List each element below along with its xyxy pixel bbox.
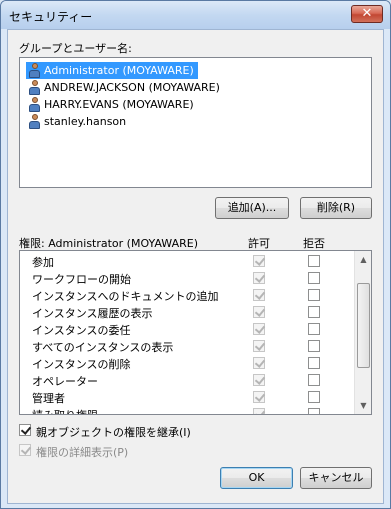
permissions-list: 参加ワークフローの開始インスタンスへのドキュメントの追加 インスタンス履歴の表示イ… xyxy=(19,250,372,415)
permissions-title: 権限: Administrator (MOYAWARE) xyxy=(19,237,198,250)
allow-column-header: 許可 xyxy=(248,237,270,250)
permission-name: インスタンスへのドキュメントの追加 xyxy=(32,290,219,303)
permission-name: 管理者 xyxy=(32,392,65,405)
permission-row: 参加 xyxy=(20,252,353,269)
advanced-checkbox xyxy=(19,444,31,456)
deny-checkbox[interactable] xyxy=(308,306,320,318)
add-button[interactable]: 追加(A)... xyxy=(215,197,289,219)
user-name: Administrator (MOYAWARE) xyxy=(44,64,194,77)
allow-checkbox xyxy=(253,408,265,414)
user-icon xyxy=(28,114,41,129)
dialog-title: セキュリティー xyxy=(9,10,93,24)
scroll-up-icon[interactable]: ▲ xyxy=(355,251,371,268)
allow-checkbox xyxy=(253,255,265,267)
permission-name: 参加 xyxy=(32,256,54,269)
allow-checkbox xyxy=(253,374,265,386)
permission-name: インスタンスの委任 xyxy=(32,324,131,337)
deny-checkbox[interactable] xyxy=(308,323,320,335)
allow-checkbox xyxy=(253,391,265,403)
permission-row: 読み取り権限 xyxy=(20,405,353,414)
permission-name: インスタンスの削除 xyxy=(32,358,131,371)
cancel-button[interactable]: キャンセル xyxy=(300,467,372,489)
permission-name: ワークフローの開始 xyxy=(32,273,131,286)
close-icon: ✕ xyxy=(361,6,373,21)
permission-name: すべてのインスタンスの表示 xyxy=(32,341,174,354)
permission-name: インスタンス履歴の表示 xyxy=(32,307,153,320)
allow-checkbox xyxy=(253,306,265,318)
permission-row: インスタンス履歴の表示 xyxy=(20,303,353,320)
deny-column-header: 拒否 xyxy=(303,237,325,250)
deny-checkbox[interactable] xyxy=(308,408,320,414)
user-list[interactable]: Administrator (MOYAWARE) ANDREW.JACKSON (… xyxy=(19,57,372,188)
scroll-down-icon[interactable]: ▼ xyxy=(355,397,371,414)
user-icon xyxy=(28,63,41,78)
deny-checkbox[interactable] xyxy=(308,340,320,352)
allow-checkbox xyxy=(253,289,265,301)
permission-row: インスタンスの委任 xyxy=(20,320,353,337)
permission-row: インスタンスの削除 xyxy=(20,354,353,371)
permission-row: オペレーター xyxy=(20,371,353,388)
permission-row: ワークフローの開始 xyxy=(20,269,353,286)
close-button[interactable]: ✕ xyxy=(351,5,383,23)
user-icon xyxy=(28,97,41,112)
deny-checkbox[interactable] xyxy=(308,357,320,369)
allow-checkbox xyxy=(253,323,265,335)
scroll-thumb[interactable] xyxy=(357,283,370,368)
deny-checkbox[interactable] xyxy=(308,391,320,403)
permission-row: 管理者 xyxy=(20,388,353,405)
deny-checkbox[interactable] xyxy=(308,289,320,301)
title-bar: セキュリティー ✕ xyxy=(1,1,390,29)
permission-row: すべてのインスタンスの表示 xyxy=(20,337,353,354)
user-list-item[interactable]: stanley.hanson xyxy=(26,113,130,130)
inherit-label: 親オブジェクトの権限を継承(I) xyxy=(36,426,191,439)
deny-checkbox[interactable] xyxy=(308,272,320,284)
user-list-item[interactable]: HARRY.EVANS (MOYAWARE) xyxy=(26,96,198,113)
user-name: HARRY.EVANS (MOYAWARE) xyxy=(44,98,194,111)
permission-name: オペレーター xyxy=(32,375,98,388)
user-list-item[interactable]: Administrator (MOYAWARE) xyxy=(26,62,198,79)
ok-button[interactable]: OK xyxy=(220,467,293,489)
permission-row: インスタンスへのドキュメントの追加 xyxy=(20,286,353,303)
inherit-checkbox[interactable] xyxy=(19,424,31,436)
allow-checkbox xyxy=(253,272,265,284)
remove-button[interactable]: 削除(R) xyxy=(300,197,372,219)
allow-checkbox xyxy=(253,340,265,352)
advanced-label: 権限の詳細表示(P) xyxy=(36,446,129,459)
deny-checkbox[interactable] xyxy=(308,255,320,267)
user-list-item[interactable]: ANDREW.JACKSON (MOYAWARE) xyxy=(26,79,224,96)
deny-checkbox[interactable] xyxy=(308,374,320,386)
users-label: グループとユーザー名: xyxy=(19,42,132,55)
permission-name: 読み取り権限 xyxy=(32,407,98,414)
security-dialog: セキュリティー ✕ グループとユーザー名: Administrator (MOY… xyxy=(0,0,391,509)
user-icon xyxy=(28,80,41,95)
user-name: ANDREW.JACKSON (MOYAWARE) xyxy=(44,81,220,94)
allow-checkbox xyxy=(253,357,265,369)
dialog-body: グループとユーザー名: Administrator (MOYAWARE) ANDR… xyxy=(7,29,384,504)
user-name: stanley.hanson xyxy=(44,115,127,128)
permissions-scrollbar[interactable]: ▲ ▼ xyxy=(354,251,371,414)
